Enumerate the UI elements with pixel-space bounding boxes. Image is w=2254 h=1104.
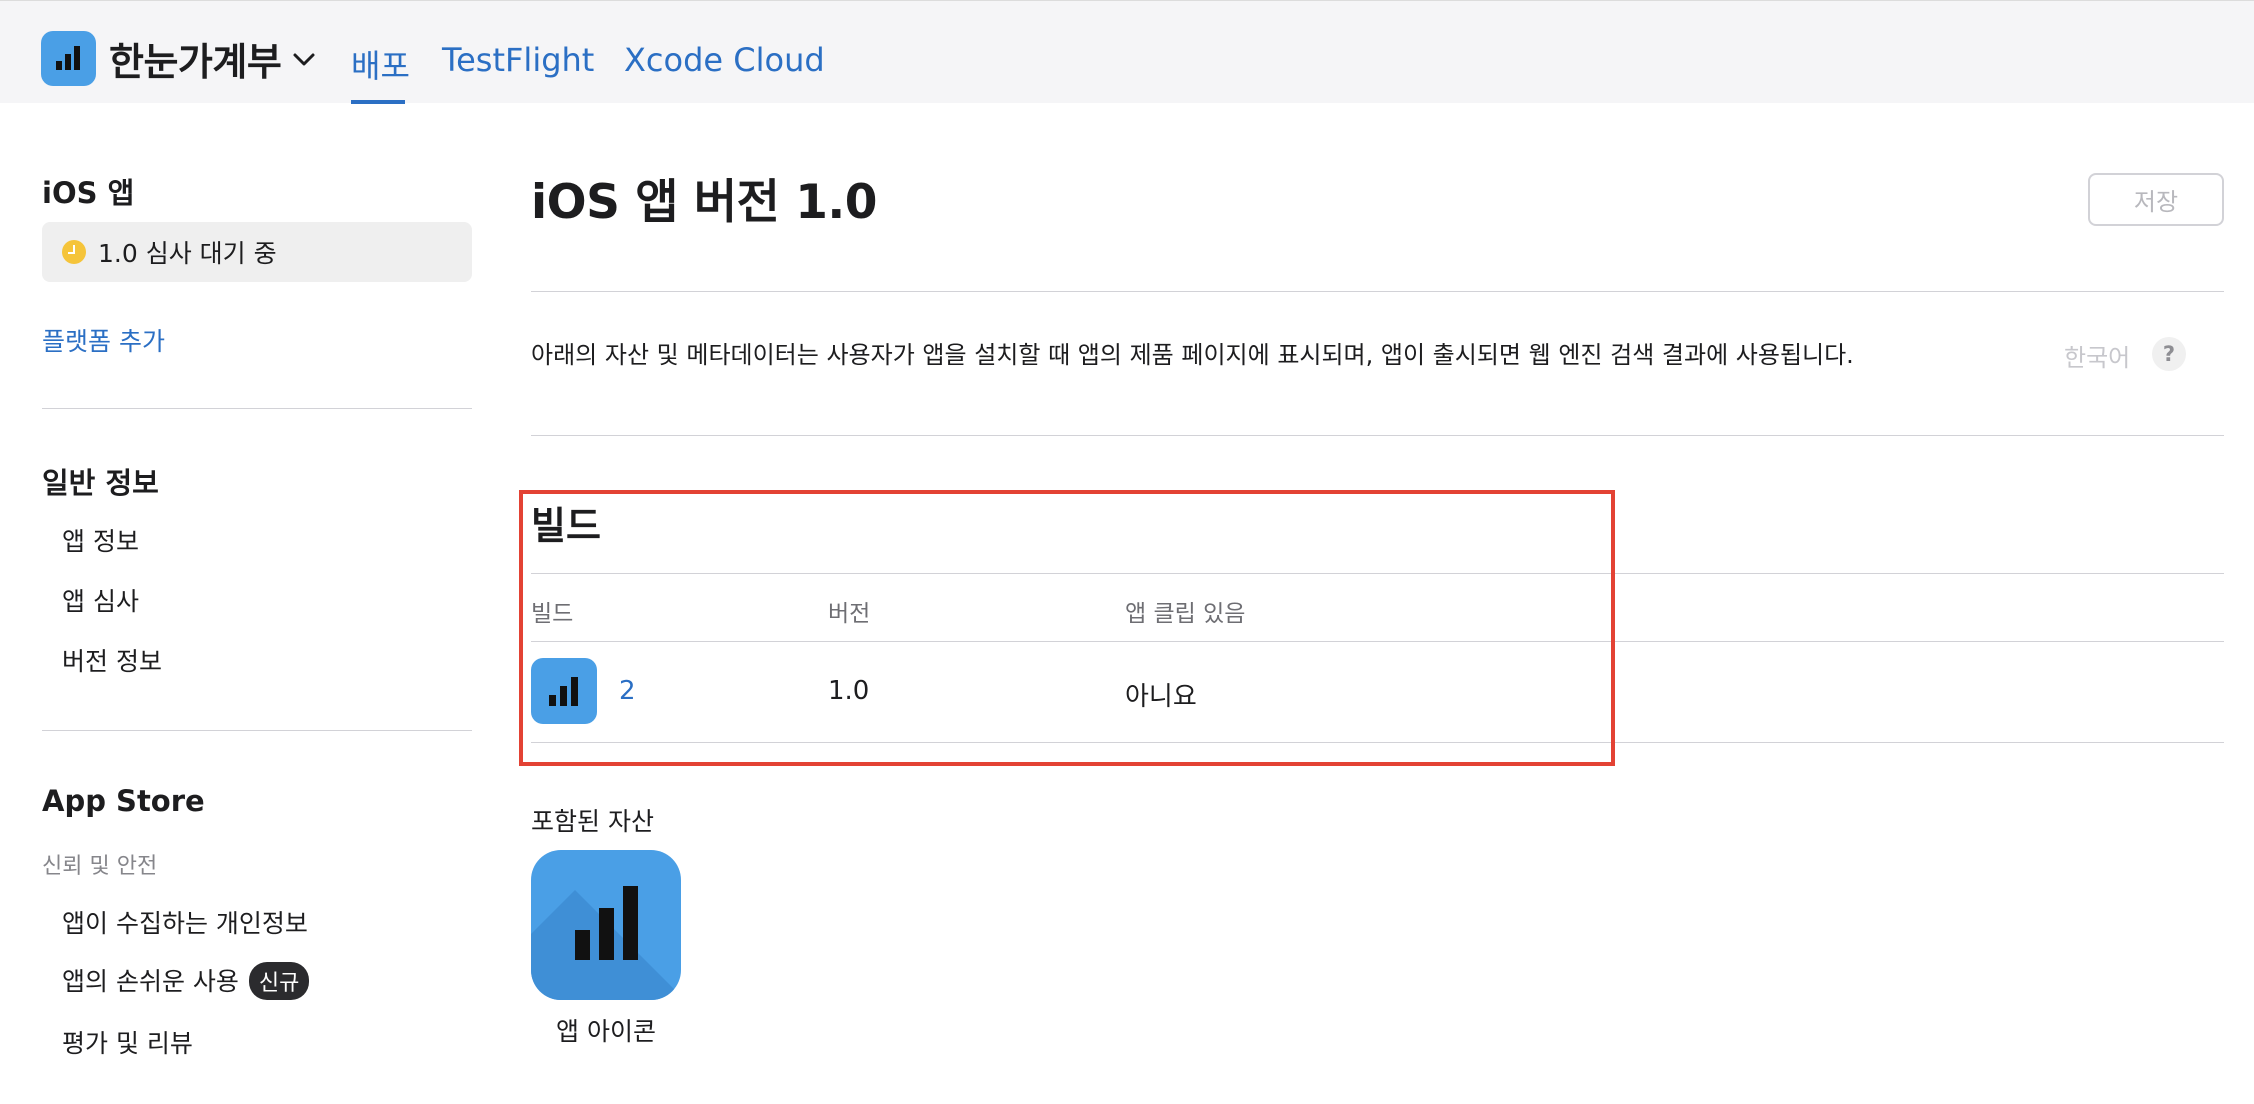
top-navigation-bar: 한눈가계부 배포 TestFlight Xcode Cloud: [0, 0, 2254, 104]
sidebar-item-ratings[interactable]: 평가 및 리뷰: [62, 1024, 193, 1060]
sidebar-heading-general: 일반 정보: [42, 466, 159, 500]
help-icon[interactable]: ?: [2152, 337, 2186, 371]
sidebar-subheading-trust: 신뢰 및 안전: [42, 854, 158, 879]
version-status-label: 1.0 심사 대기 중: [98, 239, 277, 268]
add-platform-link[interactable]: 플랫폼 추가: [42, 322, 165, 358]
chevron-down-icon[interactable]: [291, 46, 317, 72]
app-switcher[interactable]: 한눈가계부: [41, 31, 317, 86]
new-badge: 신규: [248, 962, 310, 1000]
sidebar-item-version-info[interactable]: 버전 정보: [62, 642, 162, 678]
app-name: 한눈가계부: [109, 40, 282, 84]
save-button[interactable]: 저장: [2088, 173, 2224, 226]
sidebar-heading-ios-app: iOS 앱: [42, 176, 135, 210]
sidebar-item-label: 앱의 손쉬운 사용: [62, 967, 239, 996]
app-icon-large[interactable]: [531, 850, 681, 1000]
sidebar-item-version[interactable]: 1.0 심사 대기 중: [42, 222, 472, 282]
active-tab-indicator: [351, 100, 405, 104]
sidebar-item-privacy[interactable]: 앱이 수집하는 개인정보: [62, 904, 308, 940]
divider: [531, 291, 2224, 292]
app-icon-caption: 앱 아이콘: [556, 1017, 656, 1046]
included-assets-heading: 포함된 자산: [531, 807, 654, 836]
divider: [42, 730, 472, 731]
highlight-box: [519, 490, 1615, 766]
language-selector[interactable]: 한국어: [2064, 338, 2130, 373]
app-icon: [41, 31, 96, 86]
sidebar-heading-app-store: App Store: [42, 784, 205, 818]
tab-testflight[interactable]: TestFlight: [442, 41, 594, 79]
tab-xcode-cloud[interactable]: Xcode Cloud: [624, 41, 825, 79]
divider: [42, 408, 472, 409]
clock-icon: [62, 240, 86, 264]
description-text: 아래의 자산 및 메타데이터는 사용자가 앱을 설치할 때 앱의 제품 페이지에…: [531, 341, 1854, 369]
divider: [531, 435, 2224, 436]
page-title: iOS 앱 버전 1.0: [531, 175, 877, 230]
sidebar-item-app-info[interactable]: 앱 정보: [62, 522, 139, 558]
tab-distribution[interactable]: 배포: [351, 41, 410, 87]
sidebar-item-app-review[interactable]: 앱 심사: [62, 582, 139, 618]
sidebar-item-accessibility[interactable]: 앱의 손쉬운 사용 신규: [62, 962, 310, 1000]
